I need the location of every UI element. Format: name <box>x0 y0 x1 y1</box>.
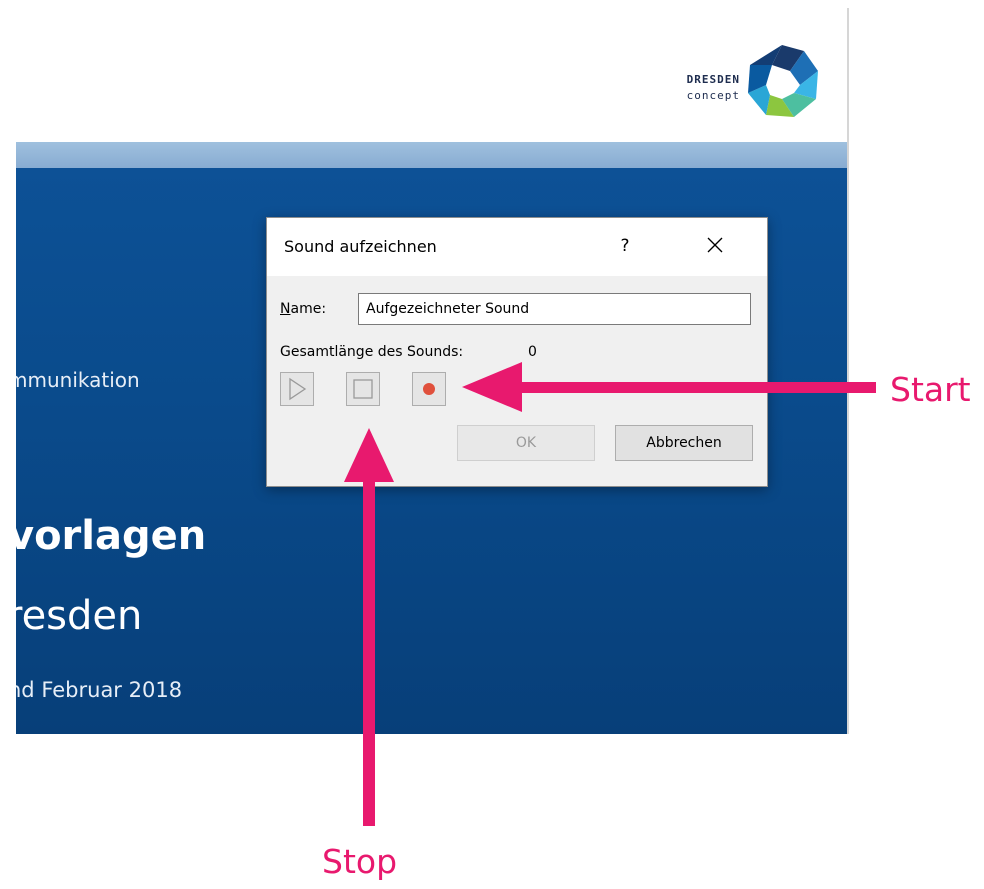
start-arrow <box>462 362 876 412</box>
annotation-arrows <box>344 362 876 826</box>
stop-arrow <box>344 428 394 826</box>
stop-annotation-label: Stop <box>322 842 398 881</box>
start-annotation-label: Start <box>890 370 971 409</box>
